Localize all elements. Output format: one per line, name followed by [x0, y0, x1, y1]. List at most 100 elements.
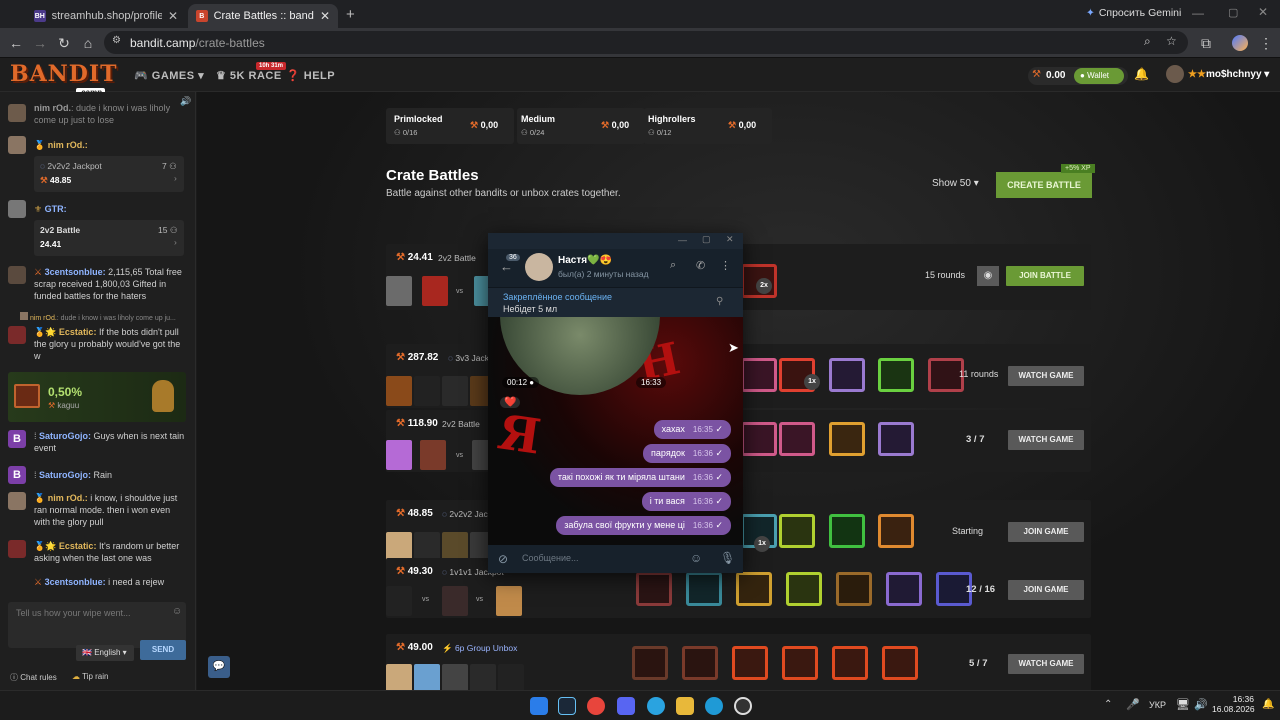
tray-expand-icon[interactable]: ⌃: [1104, 699, 1112, 710]
chat-username[interactable]: Ecstatic:: [59, 541, 97, 551]
pinned-message[interactable]: Закреплённое сообщение Небідет 5 мл ⚲: [488, 287, 743, 317]
back-icon[interactable]: ←: [6, 33, 26, 53]
gemini-button[interactable]: ✦ Спросить Gemini: [1086, 7, 1181, 19]
message-bubble[interactable]: парядок 16:36 ✓: [643, 444, 731, 463]
close-tab-icon[interactable]: ✕: [168, 9, 178, 23]
message-bubble[interactable]: забула свої фрукти у мене ці 16:36 ✓: [556, 516, 731, 535]
telegram-icon[interactable]: [647, 697, 665, 715]
nav-race[interactable]: ♛ 5K RACE: [216, 69, 282, 82]
user-avatar[interactable]: [1166, 65, 1184, 83]
profile-avatar[interactable]: [1232, 35, 1248, 51]
close-tab-icon[interactable]: ✕: [320, 9, 330, 23]
show-select[interactable]: Show 50 ▾: [932, 178, 979, 189]
chat-username[interactable]: nim rOd.:: [48, 493, 88, 503]
nav-help[interactable]: ❓ HELP: [286, 69, 335, 82]
chevron-down-icon: ▾: [1264, 69, 1270, 80]
message-input[interactable]: Сообщение...: [522, 553, 578, 563]
chat-username[interactable]: nim rOd.:: [48, 140, 88, 150]
reaction-heart-icon[interactable]: ❤️: [500, 397, 521, 408]
battle-share-card[interactable]: ◌ 2v2v2 Jackpot 7 ⚇ ⚒ 48.85 ›: [34, 156, 184, 192]
search-icon[interactable]: ⌕: [670, 259, 676, 272]
watch-game-button[interactable]: WATCH GAME: [1008, 430, 1084, 450]
forward-icon[interactable]: →: [30, 33, 50, 53]
emoji-icon[interactable]: ☺: [690, 551, 702, 565]
phone-icon[interactable]: ✆: [696, 259, 705, 272]
join-game-button[interactable]: JOIN GAME: [1008, 522, 1084, 542]
maximize-icon[interactable]: ▢: [1228, 6, 1238, 19]
file-explorer-icon[interactable]: [676, 697, 694, 715]
wallet-button[interactable]: ● Wallet: [1074, 68, 1124, 84]
obs-icon[interactable]: [734, 697, 752, 715]
reload-icon[interactable]: ↻: [54, 33, 74, 53]
pin-list-icon[interactable]: ⚲: [716, 296, 723, 307]
contact-name[interactable]: Настя💚😍: [558, 255, 612, 266]
battle-row[interactable]: ⚒ 49.00 ⚡ 6p Group Unbox 5 / 7 WATCH GAM…: [386, 634, 1091, 690]
close-window-icon[interactable]: ✕: [1258, 5, 1268, 19]
chat-username[interactable]: Ecstatic:: [59, 327, 97, 337]
create-battle-button[interactable]: CREATE BATTLE: [996, 172, 1092, 198]
chat-toggle-icon[interactable]: 💬: [208, 656, 230, 678]
language-select[interactable]: 🇬🇧 English ▾: [76, 645, 134, 661]
attach-icon[interactable]: ⊘: [498, 552, 508, 566]
chat-username[interactable]: nim rOd.: [34, 103, 71, 113]
join-battle-button[interactable]: JOIN BATTLE: [1006, 266, 1084, 286]
lobby-medium[interactable]: Medium ⚇ 0/24 ⚒ 0,00: [517, 108, 645, 144]
network-icon[interactable]: 🖥: [1176, 698, 1190, 711]
chat-rules-label: Chat rules: [20, 673, 57, 682]
battle-price: ⚒ 49.30: [396, 566, 433, 577]
bell-icon[interactable]: 🔔: [1134, 67, 1149, 81]
emoji-icon[interactable]: ☺: [172, 606, 182, 617]
tip-rain-link[interactable]: ☁ Tip rain: [72, 672, 108, 681]
video-duration: 00:12 ●: [502, 377, 540, 388]
watch-game-button[interactable]: WATCH GAME: [1008, 654, 1084, 674]
battle-share-card[interactable]: 2v2 Battle 15 ⚇ 24.41 ›: [34, 220, 184, 256]
menu-icon[interactable]: ⋮: [1256, 33, 1276, 53]
close-icon[interactable]: ✕: [726, 234, 734, 245]
maximize-icon[interactable]: ▢: [702, 234, 711, 245]
message-bubble[interactable]: і ти вася 16:36 ✓: [641, 492, 731, 511]
nav-games[interactable]: 🎮 GAMES ▾: [134, 69, 204, 82]
discord-icon[interactable]: [617, 697, 635, 715]
chrome-icon[interactable]: [587, 697, 605, 715]
contact-avatar[interactable]: [525, 253, 553, 281]
microphone-icon[interactable]: 🎤: [1126, 698, 1140, 711]
chat-username[interactable]: SaturoGojo:: [39, 431, 91, 441]
bookmark-star-icon[interactable]: ☆: [1166, 34, 1177, 48]
chat-username[interactable]: 3centsonblue:: [45, 577, 106, 587]
extensions-icon[interactable]: ⧉: [1196, 33, 1216, 53]
site-info-icon[interactable]: ⚙: [112, 35, 121, 46]
username[interactable]: ★★mo$hchnyy ▾: [1188, 69, 1269, 80]
notifications-icon[interactable]: 🔔: [1262, 699, 1274, 710]
minimize-icon[interactable]: —: [678, 235, 687, 245]
more-icon[interactable]: ⋮: [720, 259, 731, 272]
tab-streamhub[interactable]: BH streamhub.shop/profile/jackson ✕: [26, 4, 186, 28]
message-bubble[interactable]: такі похожі як ти міряла штани 16:36 ✓: [549, 468, 731, 487]
lobby-highrollers[interactable]: Highrollers ⚇ 0/12 ⚒ 0,00: [644, 108, 772, 144]
volume-icon[interactable]: 🔊: [1194, 698, 1208, 711]
zoom-icon[interactable]: ⌕: [1144, 34, 1151, 49]
microphone-icon[interactable]: 🎙: [720, 551, 735, 565]
steam-icon[interactable]: [558, 697, 576, 715]
chat-rules-link[interactable]: ⓘ Chat rules: [10, 672, 57, 683]
join-game-button[interactable]: JOIN GAME: [1008, 580, 1084, 600]
input-language[interactable]: УКР: [1149, 700, 1166, 710]
new-tab-icon[interactable]: +: [346, 6, 355, 23]
player-avatar: [386, 276, 412, 306]
chat-username[interactable]: SaturoGojo:: [39, 470, 91, 480]
back-arrow-icon[interactable]: ←: [500, 259, 513, 274]
system-clock[interactable]: 16:36 16.08.2026: [1212, 694, 1255, 714]
watch-game-button[interactable]: WATCH GAME: [1008, 366, 1084, 386]
windows-start-icon[interactable]: [530, 697, 548, 715]
lobby-primlocked[interactable]: Primlocked ⚇ 0/16 ⚒ 0,00: [386, 108, 514, 144]
chat-username[interactable]: 3centsonblue:: [45, 267, 106, 277]
promo-card[interactable]: 0,50% ⚒ kaguu: [8, 372, 186, 422]
tab-bandit-camp[interactable]: B Crate Battles :: bandit.camp - Th ✕: [188, 4, 338, 28]
minimize-icon[interactable]: —: [1192, 6, 1204, 20]
home-icon[interactable]: ⌂: [78, 33, 98, 53]
send-button[interactable]: SEND: [140, 640, 186, 660]
eye-icon[interactable]: ◉: [977, 266, 999, 286]
url-field[interactable]: ⚙ bandit.camp/crate-battles ⌕ ☆: [104, 31, 1188, 54]
message-bubble[interactable]: хахах 16:35 ✓: [653, 420, 731, 439]
chat-username[interactable]: GTR:: [45, 204, 67, 214]
edge-icon[interactable]: [705, 697, 723, 715]
